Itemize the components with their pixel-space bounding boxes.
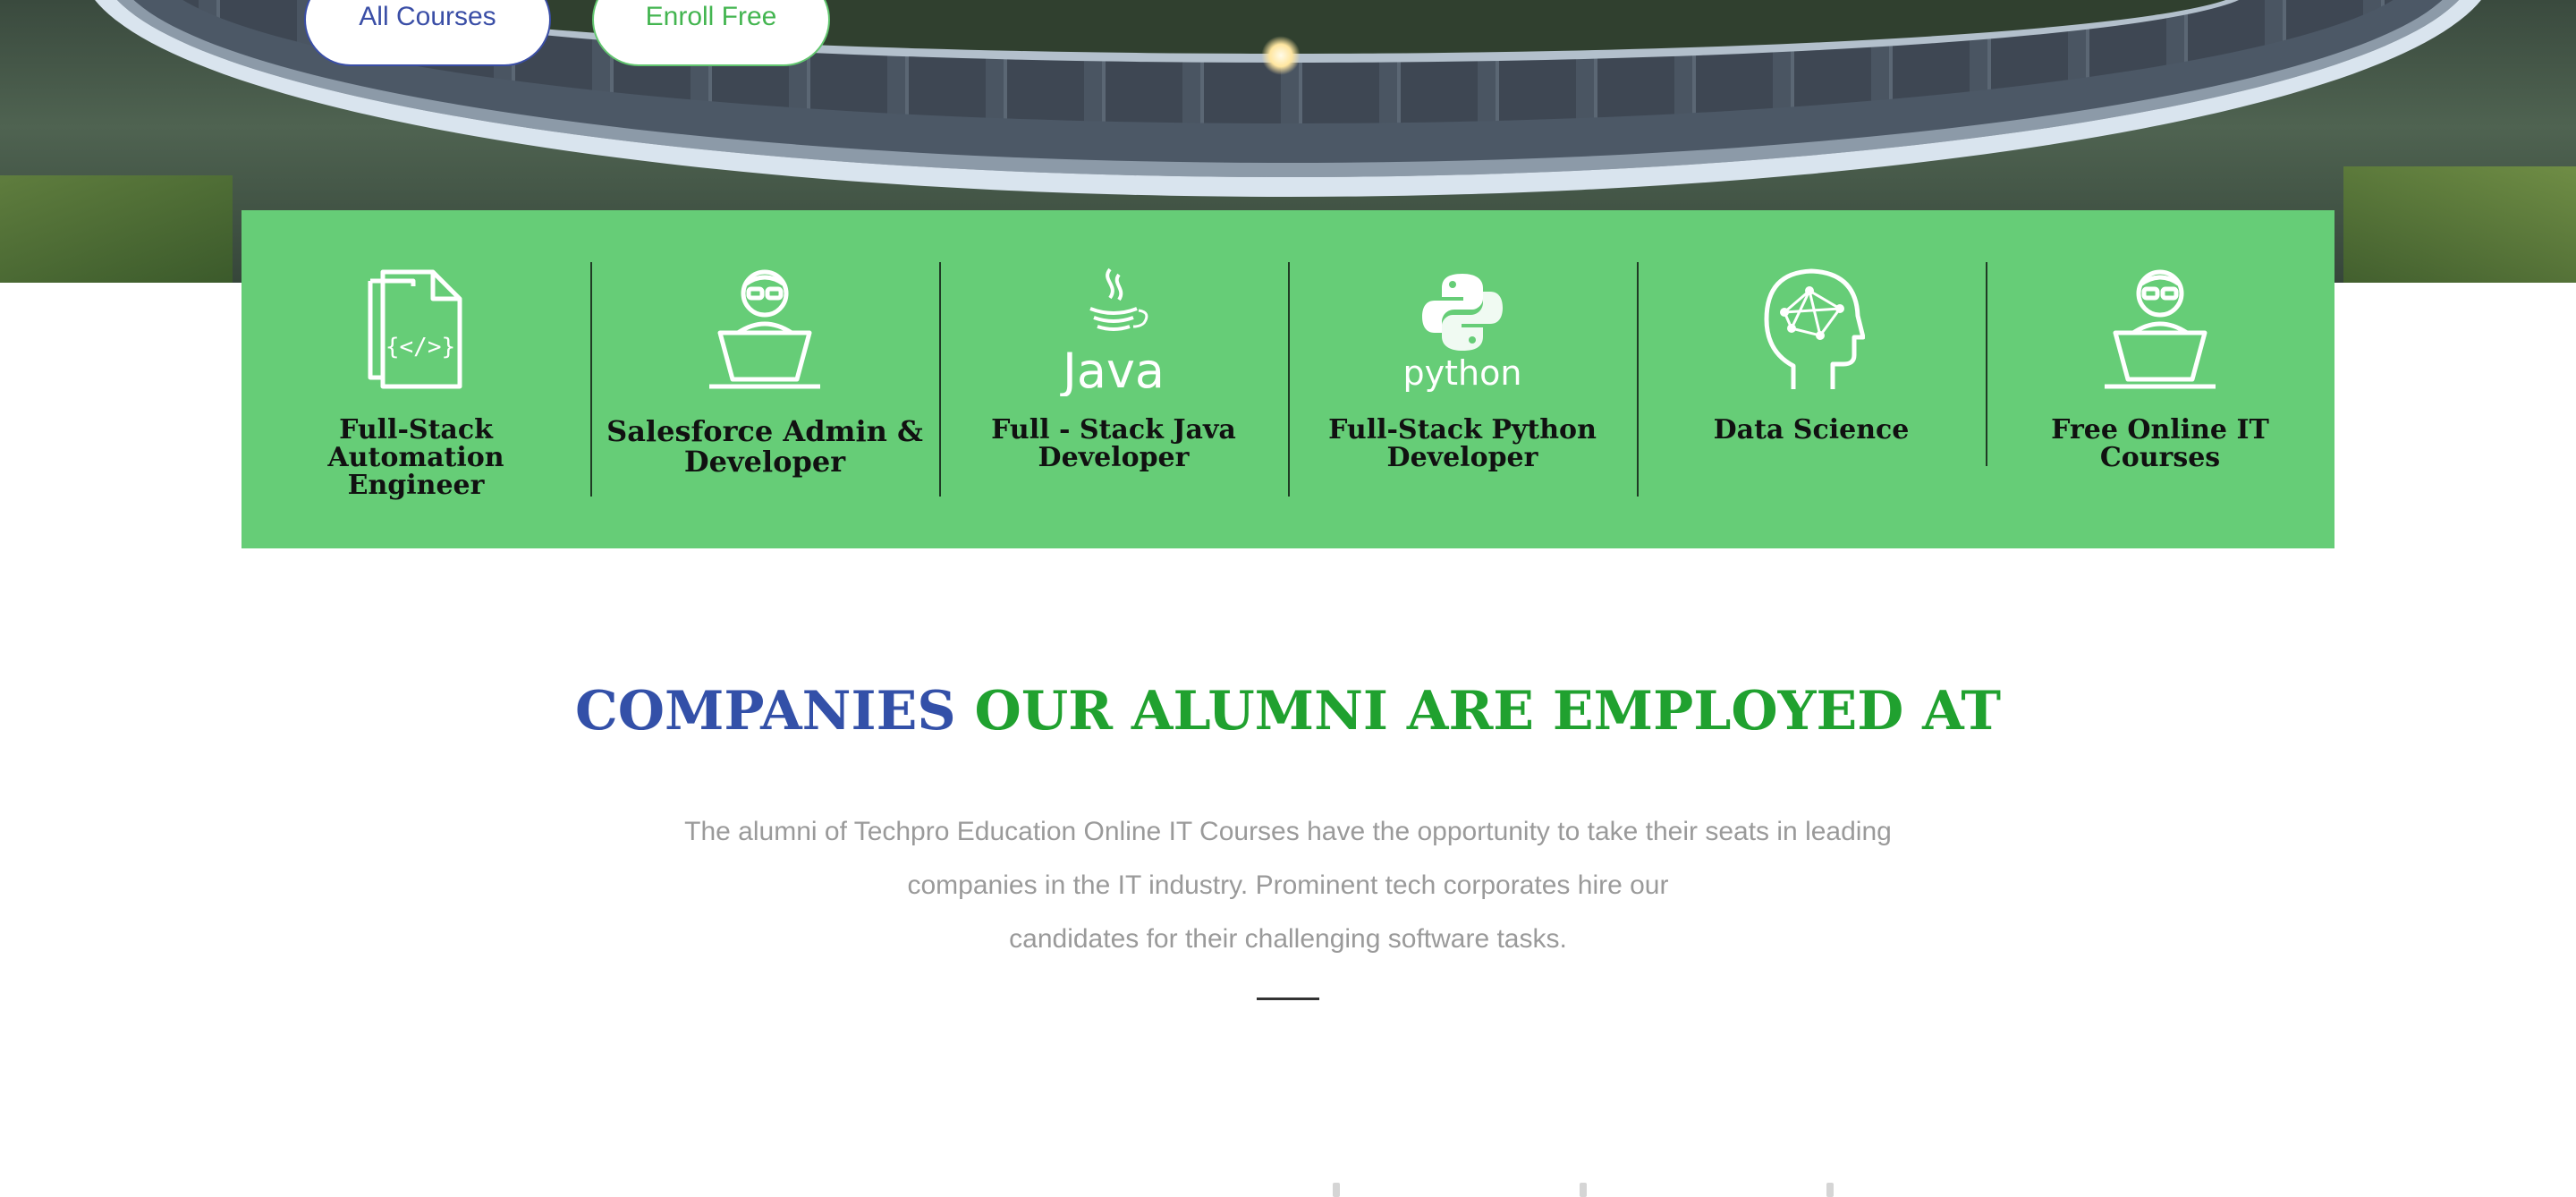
description-line: companies in the IT industry. Prominent … [907, 870, 1669, 900]
svg-text:Java: Java [1060, 343, 1165, 396]
sun-glint [1261, 36, 1301, 75]
enroll-free-button[interactable]: Enroll Free [592, 0, 830, 66]
svg-text:{</>}: {</>} [386, 334, 455, 361]
course-item-python[interactable]: python Full-Stack Python Developer [1288, 262, 1637, 548]
course-label: Full - Stack Java Developer [991, 414, 1236, 473]
course-item-data-science[interactable]: Data Science [1637, 262, 1986, 548]
lawn [0, 175, 233, 283]
course-item-salesforce[interactable]: Salesforce Admin & Developer [590, 262, 939, 548]
svg-text:python: python [1403, 353, 1522, 392]
python-logo-icon: python [1395, 262, 1530, 396]
lawn [2343, 166, 2576, 283]
logo-fragment [1333, 1183, 1340, 1197]
heading-part-blue: COMPANIES [574, 680, 956, 743]
code-document-icon: {</>} [349, 262, 483, 396]
course-label: Salesforce Admin & Developer [606, 414, 923, 479]
logo-fragment [1580, 1183, 1587, 1197]
course-item-automation[interactable]: {</>} Full-Stack Automation Engineer [242, 262, 590, 548]
all-courses-button[interactable]: All Courses [304, 0, 551, 66]
developer-laptop-icon [2093, 262, 2227, 396]
course-label: Data Science [1713, 414, 1910, 446]
logo-fragment [1826, 1183, 1834, 1197]
course-label: Full-Stack Python Developer [1328, 414, 1597, 473]
developer-laptop-icon [698, 262, 832, 396]
company-logos-row-partial [1333, 1183, 1834, 1197]
companies-heading: COMPANIES OUR ALUMNI ARE EMPLOYED AT [0, 680, 2576, 743]
course-categories-strip: {</>} Full-Stack Automation Engineer Sal… [242, 210, 2334, 548]
java-logo-icon: Java [1046, 262, 1181, 396]
section-divider [1257, 998, 1319, 1000]
course-item-free-courses[interactable]: Free Online IT Courses [1986, 262, 2334, 548]
description-line: candidates for their challenging softwar… [1009, 924, 1567, 954]
course-label: Free Online IT Courses [2051, 414, 2269, 473]
course-item-java[interactable]: Java Full - Stack Java Developer [939, 262, 1288, 548]
course-label: Full-Stack Automation Engineer [327, 414, 504, 501]
companies-description: The alumni of Techpro Education Online I… [626, 805, 1950, 966]
heading-part-green: OUR ALUMNI ARE EMPLOYED AT [974, 680, 2002, 743]
brain-network-icon [1744, 262, 1878, 396]
description-line: The alumni of Techpro Education Online I… [684, 817, 1892, 846]
